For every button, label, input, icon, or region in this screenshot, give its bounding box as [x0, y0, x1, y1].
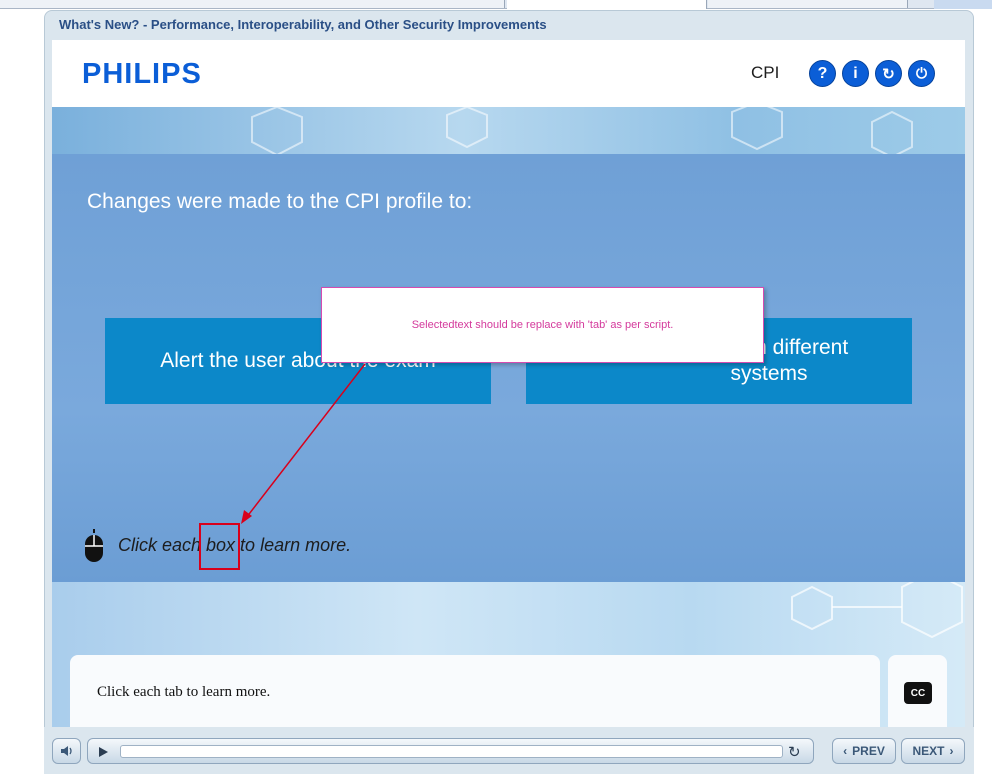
help-icon[interactable]: ? [809, 60, 836, 87]
philips-logo: PHILIPS [82, 58, 202, 90]
play-icon[interactable] [96, 745, 110, 759]
browser-tab[interactable] [934, 0, 992, 9]
decorative-banner-top [52, 107, 965, 155]
prev-button[interactable]: ‹ PREV [832, 738, 896, 764]
info-icon[interactable]: i [842, 60, 869, 87]
mouse-icon [85, 529, 103, 562]
next-label: NEXT [912, 744, 945, 758]
replay-icon[interactable]: ↻ [788, 743, 801, 761]
annotation-note: Selectedtext should be replace with 'tab… [321, 287, 764, 363]
annotation-highlight-box [199, 523, 240, 570]
course-title: What's New? - Performance, Interoperabil… [59, 17, 547, 32]
browser-tab[interactable] [0, 0, 505, 8]
chevron-left-icon: ‹ [843, 744, 848, 758]
transcript-text: Click each tab to learn more. [97, 684, 271, 700]
annotation-note-text: Selectedtext should be replace with 'tab… [411, 319, 674, 331]
browser-tab-strip [0, 0, 992, 9]
hexagon-pattern [251, 107, 913, 155]
browser-tab[interactable] [708, 0, 908, 8]
cc-panel: CC [888, 655, 947, 727]
chevron-right-icon: › [949, 744, 954, 758]
transcript-panel: Click each tab to learn more. [70, 655, 880, 727]
next-button[interactable]: NEXT › [901, 738, 965, 764]
content-heading: Changes were made to the CPI profile to: [87, 190, 473, 213]
volume-button[interactable] [52, 738, 81, 764]
closed-caption-button[interactable]: CC [904, 682, 932, 704]
speaker-icon [60, 746, 72, 756]
refresh-icon[interactable]: ↻ [875, 60, 902, 87]
course-header: PHILIPS CPI ? i ↻ ⏻ [52, 40, 965, 107]
browser-tab-active[interactable] [507, 0, 707, 9]
progress-track[interactable] [120, 745, 783, 758]
playback-bar: ↻ [87, 738, 814, 764]
section-label: CPI [751, 63, 780, 82]
power-icon[interactable]: ⏻ [908, 60, 935, 87]
prev-label: PREV [852, 744, 885, 758]
